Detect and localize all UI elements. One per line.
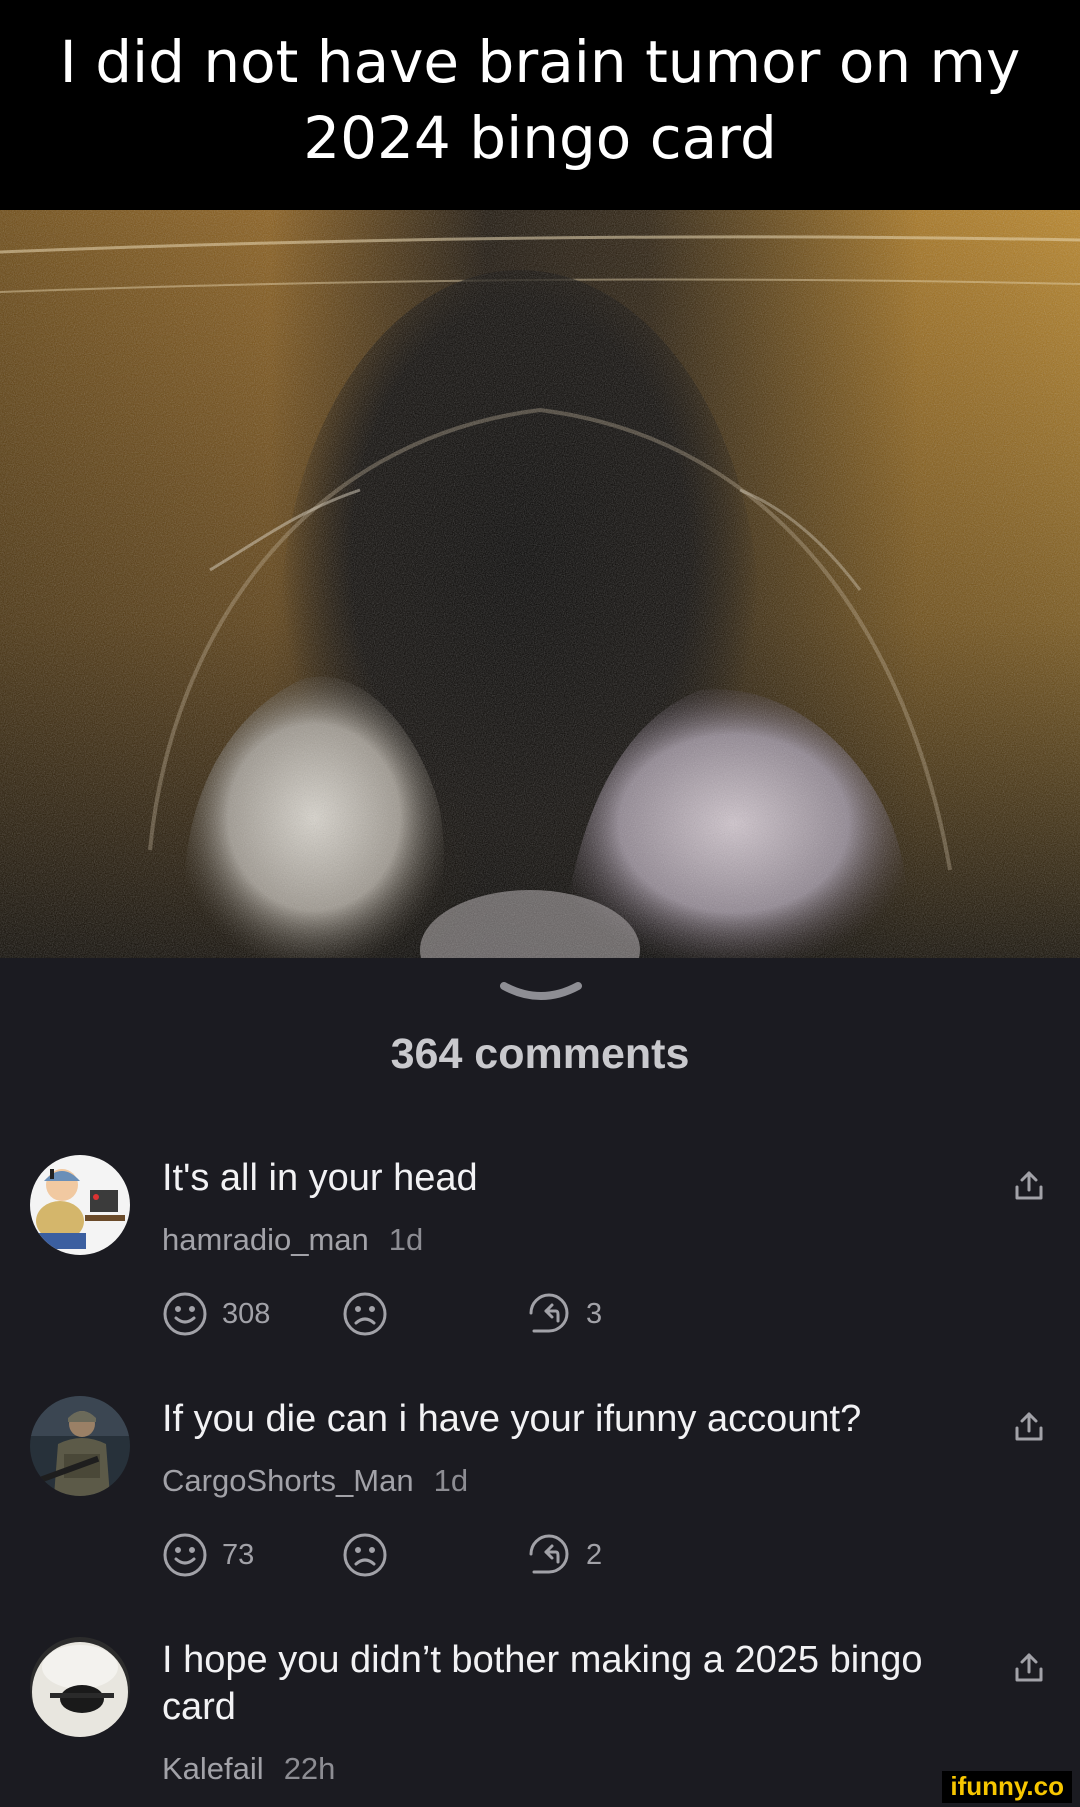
comment-author[interactable]: Kalefail xyxy=(162,1751,264,1786)
comment-text: If you die can i have your ifunny accoun… xyxy=(162,1398,862,1440)
comment-item: I hope you didn’t bother making a 2025 b… xyxy=(0,1637,1080,1807)
smile-count: 73 xyxy=(222,1538,255,1571)
chevron-down-icon[interactable] xyxy=(498,978,584,1008)
share-icon[interactable] xyxy=(1012,1410,1046,1444)
comments-count: 364 comments xyxy=(390,1030,690,1078)
reply-count: 2 xyxy=(586,1538,603,1571)
avatar[interactable] xyxy=(30,1637,130,1737)
reply-icon xyxy=(529,1534,569,1574)
frown-icon xyxy=(343,1292,387,1336)
comment-author[interactable]: CargoShorts_Man xyxy=(162,1463,414,1498)
smile-button[interactable]: 73 xyxy=(162,1532,254,1578)
share-icon[interactable] xyxy=(1012,1651,1046,1685)
unsmile-button[interactable] xyxy=(342,1291,388,1337)
comment-actions: 308 3 xyxy=(162,1291,662,1337)
comment-text: I hope you didn’t bother making a 2025 b… xyxy=(162,1639,923,1728)
comment-time: 1d xyxy=(388,1222,424,1257)
reply-button[interactable]: 2 xyxy=(526,1532,602,1578)
post-caption: I did not have brain tumor on my 2024 bi… xyxy=(0,0,1080,210)
comment-meta: CargoShorts_Man 1d xyxy=(162,1463,468,1499)
comment-meta: hamradio_man 1d xyxy=(162,1222,423,1258)
comment-meta: Kalefail 22h xyxy=(162,1751,335,1787)
comment-text: It's all in your head xyxy=(162,1157,478,1199)
reply-button[interactable]: 3 xyxy=(526,1291,602,1337)
comment-item: If you die can i have your ifunny accoun… xyxy=(0,1396,1080,1596)
reply-count: 3 xyxy=(586,1297,603,1330)
reply-icon xyxy=(529,1293,569,1333)
post-image[interactable] xyxy=(0,210,1080,958)
site-watermark: ifunny.co xyxy=(942,1771,1072,1803)
smile-icon xyxy=(163,1533,207,1577)
share-icon[interactable] xyxy=(1012,1169,1046,1203)
smile-icon xyxy=(163,1292,207,1336)
comment-time: 1d xyxy=(433,1463,469,1498)
comment-item: It's all in your head hamradio_man 1d 308 xyxy=(0,1155,1080,1355)
comment-actions: 73 2 xyxy=(162,1532,662,1578)
avatar[interactable] xyxy=(30,1396,130,1496)
smile-count: 308 xyxy=(222,1297,271,1330)
avatar[interactable] xyxy=(30,1155,130,1255)
comment-time: 22h xyxy=(283,1751,336,1786)
frown-icon xyxy=(343,1533,387,1577)
smile-button[interactable]: 308 xyxy=(162,1291,270,1337)
caption-line-2: 2024 bingo card xyxy=(303,104,777,172)
caption-line-1: I did not have brain tumor on my xyxy=(59,28,1021,96)
unsmile-button[interactable] xyxy=(342,1532,388,1578)
comment-author[interactable]: hamradio_man xyxy=(162,1222,369,1257)
